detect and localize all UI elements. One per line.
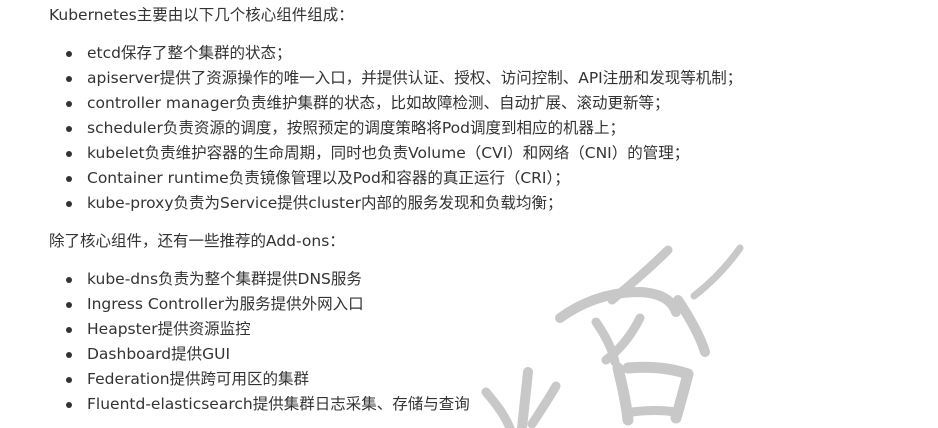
list-item-text: Fluentd-elasticsearch提供集群日志采集、存储与查询	[87, 395, 470, 413]
bullet-dot	[66, 76, 72, 82]
list-item: Fluentd-elasticsearch提供集群日志采集、存储与查询	[0, 392, 470, 417]
bullet-dot	[66, 327, 72, 333]
list-item: kube-proxy负责为Service提供cluster内部的服务发现和负载均…	[0, 191, 742, 216]
list-item-text: kubelet负责维护容器的生命周期，同时也负责Volume（CVI）和网络（C…	[87, 144, 690, 162]
addons-intro: 除了核心组件，还有一些推荐的Add-ons：	[49, 232, 345, 250]
list-item-text: Dashboard提供GUI	[87, 345, 231, 363]
core-components-intro: Kubernetes主要由以下几个核心组件组成：	[49, 6, 354, 24]
core-components-list: etcd保存了整个集群的状态； apiserver提供了资源操作的唯一入口，并提…	[0, 41, 742, 216]
bullet-dot	[66, 201, 72, 207]
list-item-text: Container runtime负责镜像管理以及Pod和容器的真正运行（CRI…	[87, 169, 570, 187]
bullet-dot	[66, 402, 72, 408]
bullet-dot	[66, 176, 72, 182]
list-item: apiserver提供了资源操作的唯一入口，并提供认证、授权、访问控制、API注…	[0, 66, 742, 91]
list-item-text: kube-dns负责为整个集群提供DNS服务	[87, 270, 362, 288]
list-item-text: Ingress Controller为服务提供外网入口	[87, 295, 364, 313]
list-item: kube-dns负责为整个集群提供DNS服务	[0, 267, 470, 292]
addons-list: kube-dns负责为整个集群提供DNS服务 Ingress Controlle…	[0, 267, 470, 417]
list-item: Dashboard提供GUI	[0, 342, 470, 367]
document-body: Kubernetes主要由以下几个核心组件组成： etcd保存了整个集群的状态；…	[0, 0, 938, 428]
list-item: kubelet负责维护容器的生命周期，同时也负责Volume（CVI）和网络（C…	[0, 141, 742, 166]
bullet-dot	[66, 352, 72, 358]
list-item: Ingress Controller为服务提供外网入口	[0, 292, 470, 317]
bullet-dot	[66, 277, 72, 283]
list-item: controller manager负责维护集群的状态，比如故障检测、自动扩展、…	[0, 91, 742, 116]
bullet-dot	[66, 377, 72, 383]
list-item-text: etcd保存了整个集群的状态；	[87, 44, 292, 62]
list-item-text: apiserver提供了资源操作的唯一入口，并提供认证、授权、访问控制、API注…	[87, 69, 743, 87]
bullet-dot	[66, 302, 72, 308]
list-item: Federation提供跨可用区的集群	[0, 367, 470, 392]
bullet-dot	[66, 126, 72, 132]
list-item: Container runtime负责镜像管理以及Pod和容器的真正运行（CRI…	[0, 166, 742, 191]
list-item-text: kube-proxy负责为Service提供cluster内部的服务发现和负载均…	[87, 194, 563, 212]
list-item: etcd保存了整个集群的状态；	[0, 41, 742, 66]
list-item-text: Federation提供跨可用区的集群	[87, 370, 310, 388]
bullet-dot	[66, 151, 72, 157]
list-item-text: Heapster提供资源监控	[87, 320, 251, 338]
bullet-dot	[66, 51, 72, 57]
list-item: Heapster提供资源监控	[0, 317, 470, 342]
list-item-text: controller manager负责维护集群的状态，比如故障检测、自动扩展、…	[87, 94, 670, 112]
list-item: scheduler负责资源的调度，按照预定的调度策略将Pod调度到相应的机器上；	[0, 116, 742, 141]
bullet-dot	[66, 101, 72, 107]
list-item-text: scheduler负责资源的调度，按照预定的调度策略将Pod调度到相应的机器上；	[87, 119, 625, 137]
